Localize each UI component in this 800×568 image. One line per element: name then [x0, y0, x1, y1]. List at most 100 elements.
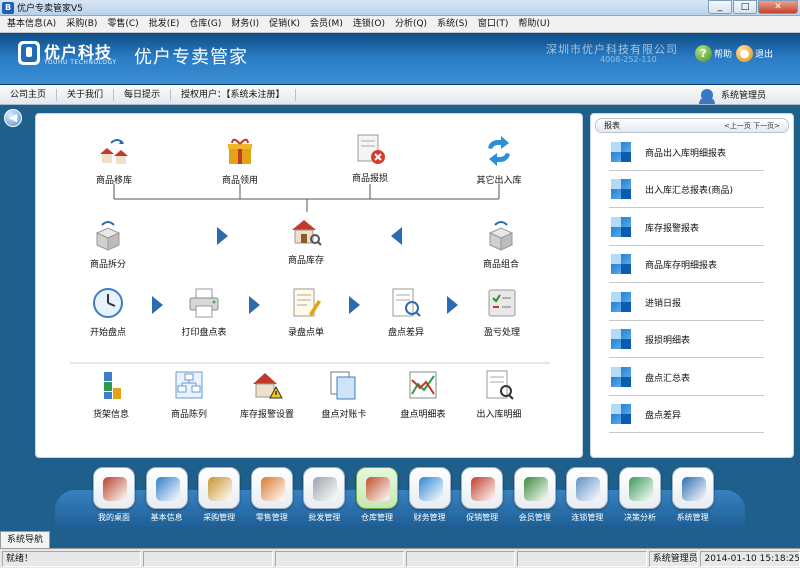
dock-chain-icon [566, 467, 609, 509]
menu-member[interactable]: 会员(M) [305, 16, 348, 33]
reports-header: 报表 <上一页 下一页> [595, 118, 789, 133]
menu-warehouse[interactable]: 仓库(G) [184, 16, 226, 33]
reports-prev-page[interactable]: <上一页 [724, 122, 751, 130]
report-item[interactable]: 盘点差异 [609, 396, 764, 433]
flow-node-goods-damage[interactable]: 商品报损 [330, 132, 410, 184]
dock-purchase-button[interactable]: 采购管理 [193, 467, 245, 523]
flow-node-inout-detail[interactable]: 出入库明细 [459, 368, 539, 420]
flow-node-split[interactable]: 商品拆分 [68, 218, 148, 270]
dock-promotion-button[interactable]: 促销管理 [456, 467, 508, 523]
flow-node-count-card[interactable]: 盘点对账卡 [304, 368, 384, 420]
report-item[interactable]: 库存报警报表 [609, 209, 764, 246]
flow-node-other-inout[interactable]: 其它出入库 [459, 134, 539, 186]
dock-member-button[interactable]: 会员管理 [509, 467, 561, 523]
flow-node-start-count[interactable]: 开始盘点 [68, 286, 148, 338]
window-titlebar: B 优户专卖管家V5 _ □ ✕ [0, 0, 800, 16]
dock-desktop-button[interactable]: 我的桌面 [88, 467, 140, 523]
app-name: 优户专卖管家 [134, 47, 248, 68]
reports-next-page[interactable]: 下一页> [753, 122, 780, 130]
flow-label: 商品组合 [482, 260, 519, 270]
link-company-home[interactable]: 公司主页 [0, 88, 58, 101]
report-label: 报损明细表 [645, 335, 691, 346]
dock-glyph [471, 477, 496, 501]
report-item[interactable]: 进销日报 [609, 284, 764, 321]
flow-node-record-count[interactable]: 录盘点单 [266, 286, 346, 338]
flow-node-combine[interactable]: 商品组合 [461, 218, 541, 270]
maximize-button[interactable]: □ [733, 0, 757, 14]
flow-label: 盈亏处理 [483, 328, 520, 338]
flow-arrow-right [152, 296, 163, 314]
dock-analysis-button[interactable]: 决策分析 [614, 467, 666, 523]
flow-node-goods-requisition[interactable]: 商品领用 [200, 134, 280, 186]
exit-button[interactable]: 退出 [755, 47, 773, 60]
logo-icon [18, 41, 40, 65]
flow-node-profit-loss[interactable]: 盈亏处理 [462, 286, 542, 338]
menu-analysis[interactable]: 分析(Q) [390, 16, 432, 33]
menu-window[interactable]: 窗口(T) [473, 16, 514, 33]
dock-glyph [103, 477, 127, 501]
menu-wholesale[interactable]: 批发(E) [144, 16, 185, 33]
report-item[interactable]: 报损明细表 [609, 321, 764, 358]
flow-label: 商品拆分 [89, 260, 126, 270]
flow-label: 商品移库 [95, 176, 132, 186]
flow-node-print-count[interactable]: 打印盘点表 [164, 286, 244, 338]
menu-retail[interactable]: 零售(C) [102, 16, 143, 33]
minimize-button[interactable]: _ [708, 0, 732, 14]
nav-back-icon[interactable]: ◀ [4, 109, 22, 127]
dock-system-button[interactable]: 系统管理 [667, 467, 719, 523]
menu-basic-info[interactable]: 基本信息(A) [2, 16, 61, 33]
tab-system-nav[interactable]: 系统导航 [0, 531, 50, 548]
dock-system-icon [671, 467, 714, 509]
dock-warehouse-button[interactable]: 仓库管理 [351, 467, 403, 523]
flow-arrow-right [349, 296, 360, 314]
report-label: 进销日报 [645, 298, 682, 309]
exit-icon[interactable]: ● [736, 45, 754, 62]
dock-glyph [313, 477, 338, 501]
flow-node-inventory[interactable]: 商品库存 [266, 214, 346, 266]
dock-basic-info-icon [145, 467, 188, 509]
menu-purchase[interactable]: 采购(B) [61, 16, 102, 33]
dock-glyph [523, 477, 548, 501]
module-dock: 我的桌面 基本信息 采购管理 零售管理 批发管理 仓库管理 财务管理 促销管理 会员管理 连锁管理… [0, 460, 800, 528]
flow-node-count-detail[interactable]: 盘点明细表 [383, 368, 463, 420]
menu-help[interactable]: 帮助(U) [513, 16, 555, 33]
status-bar: 就绪！ 系统管理员 2014-01-10 15:18:25 [0, 548, 800, 568]
help-icon[interactable]: ? [695, 45, 712, 62]
dock-label: 基本信息 [150, 513, 183, 522]
link-about-us[interactable]: 关于我们 [57, 88, 115, 101]
flow-node-display[interactable]: 商品陈列 [149, 368, 229, 420]
menu-system[interactable]: 系统(S) [432, 16, 473, 33]
current-user: 系统管理员 [698, 88, 766, 104]
flow-arrow-right [447, 296, 458, 314]
flow-node-shelf-info[interactable]: 货架信息 [71, 368, 151, 420]
dock-glyph [155, 477, 180, 501]
dock-label: 连锁管理 [571, 513, 604, 522]
flow-label: 商品库存 [287, 256, 324, 266]
menu-promotion[interactable]: 促销(K) [264, 16, 305, 33]
dock-label: 采购管理 [203, 513, 236, 522]
dock-basic-info-button[interactable]: 基本信息 [141, 467, 193, 523]
dock-promotion-icon [461, 467, 504, 509]
dock-chain-button[interactable]: 连锁管理 [561, 467, 613, 523]
dock-wholesale-button[interactable]: 批发管理 [298, 467, 350, 523]
report-icon [611, 404, 631, 424]
report-item[interactable]: 盘点汇总表 [609, 359, 764, 396]
flow-node-count-diff[interactable]: 盘点差异 [366, 286, 446, 338]
dock-retail-button[interactable]: 零售管理 [246, 467, 298, 523]
menu-finance[interactable]: 财务(I) [226, 16, 264, 33]
status-ready: 就绪！ [2, 550, 142, 567]
checklist-icon [488, 289, 516, 317]
dock-finance-button[interactable]: 财务管理 [404, 467, 456, 523]
flow-node-stock-alert[interactable]: 库存报警设置 [227, 368, 307, 420]
clock-icon [93, 288, 123, 318]
report-item[interactable]: 商品出入库明细报表 [609, 134, 764, 171]
close-button[interactable]: ✕ [758, 0, 798, 14]
help-button[interactable]: 帮助 [714, 47, 732, 60]
notepad-delete-icon [357, 134, 385, 164]
flow-node-stock-transfer[interactable]: 商品移库 [74, 134, 154, 186]
report-item[interactable]: 出入库汇总报表(商品) [609, 171, 764, 208]
link-daily-tips[interactable]: 每日提示 [114, 88, 172, 101]
report-item[interactable]: 商品库存明细报表 [609, 246, 764, 283]
flow-label: 录盘点单 [287, 328, 324, 338]
menu-chain[interactable]: 连锁(O) [348, 16, 390, 33]
